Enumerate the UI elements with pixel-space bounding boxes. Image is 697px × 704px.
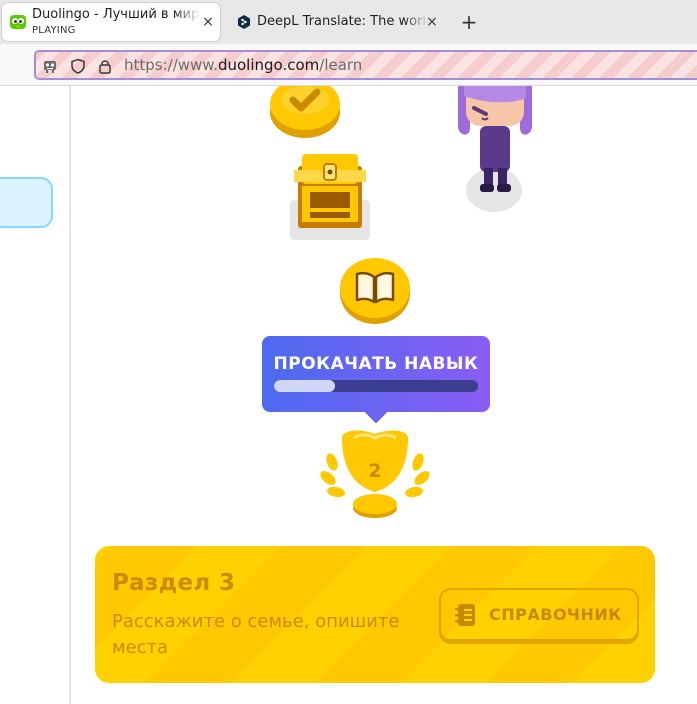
- trophy-level-label: 2: [368, 460, 382, 482]
- close-tab-icon[interactable]: ×: [200, 14, 216, 30]
- tab-title: Duolingo - Лучший в мире способ: [32, 7, 200, 22]
- character-lily-illustration: [458, 86, 532, 212]
- nav-bar: https://www.duolingo.com/learn: [0, 44, 697, 86]
- unit-description: Расскажите о семье, опишите места: [112, 611, 400, 658]
- unit-header-card: Раздел 3 Расскажите о семье, опишите мес…: [95, 546, 655, 683]
- url-text[interactable]: https://www.duolingo.com/learn: [124, 56, 362, 74]
- notebook-icon: [455, 604, 475, 626]
- url-bar[interactable]: https://www.duolingo.com/learn: [34, 50, 697, 80]
- guidebook-button[interactable]: СПРАВОЧНИК: [439, 588, 639, 641]
- tab-title: DeepL Translate: The world: [257, 14, 429, 29]
- url-path: /learn: [319, 56, 363, 74]
- sidebar-divider: [69, 86, 71, 704]
- duolingo-favicon-icon: [10, 15, 26, 29]
- lock-icon[interactable]: [97, 58, 113, 74]
- unit-title: Раздел 3: [112, 570, 236, 596]
- learn-page: ПРОКАЧАТЬ НАВЫК 2 Раздел 3 Расскажите о …: [0, 86, 697, 704]
- practice-progress-bar: [274, 380, 478, 392]
- tab-bar: Duolingo - Лучший в мире способ PLAYING …: [0, 0, 697, 44]
- practice-skill-label: ПРОКАЧАТЬ НАВЫК: [273, 354, 479, 374]
- deepl-favicon-icon: [238, 15, 250, 29]
- url-prefix: https://www.: [124, 56, 218, 74]
- sidebar-item-active[interactable]: [0, 177, 53, 228]
- close-tab-icon[interactable]: ×: [424, 14, 440, 30]
- treasure-chest-icon[interactable]: [288, 146, 372, 240]
- story-book-node[interactable]: [338, 258, 412, 324]
- tab-audio-status: PLAYING: [32, 25, 76, 36]
- practice-progress-fill: [274, 380, 336, 392]
- practice-skill-popover[interactable]: ПРОКАЧАТЬ НАВЫК: [262, 336, 490, 412]
- remote-control-robot-icon[interactable]: [42, 58, 58, 74]
- new-tab-button[interactable]: +: [459, 12, 479, 32]
- tab-deepl[interactable]: DeepL Translate: The world ×: [230, 3, 440, 41]
- url-host: duolingo.com: [217, 56, 320, 74]
- tab-duolingo[interactable]: Duolingo - Лучший в мире способ PLAYING …: [2, 3, 220, 41]
- completed-lesson-node[interactable]: [268, 86, 342, 140]
- guidebook-label: СПРАВОЧНИК: [489, 605, 622, 624]
- shield-icon[interactable]: [70, 58, 86, 74]
